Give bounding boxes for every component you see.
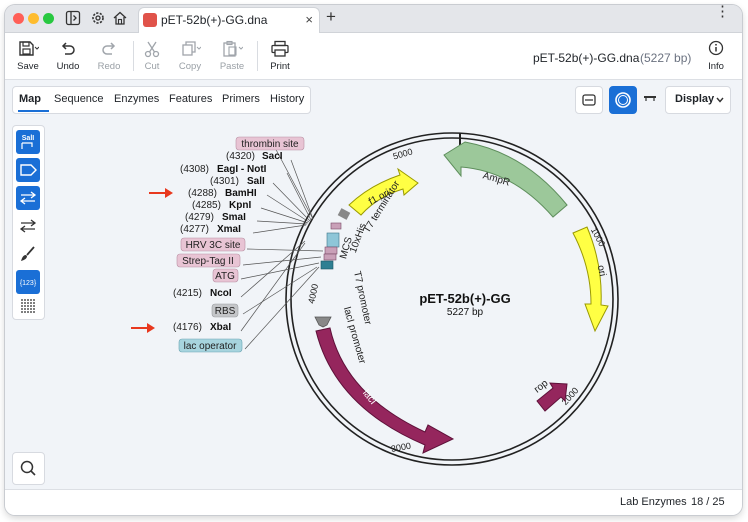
highlight-arrow-bamhi <box>149 188 173 198</box>
label-hrv-3c-site[interactable]: HRV 3C site <box>186 240 241 251</box>
feature-t7-terminator[interactable] <box>337 208 351 220</box>
pos-xmai: (4277) <box>180 224 209 235</box>
label-eagi-noti[interactable]: EagI - NotI <box>217 164 267 175</box>
label-atg[interactable]: ATG <box>215 271 235 282</box>
label-ncoi[interactable]: NcoI <box>210 288 232 299</box>
label-ori: ori <box>595 264 608 277</box>
highlight-arrow-xbai <box>131 323 155 333</box>
feature-laci-promoter[interactable] <box>314 316 332 328</box>
app-window: pET-52b(+)-GG.dna × + ⋮ Save Undo Redo C… <box>5 5 742 515</box>
pos-sali: (4301) <box>210 176 239 187</box>
label-thrombin-site[interactable]: thrombin site <box>241 139 299 150</box>
enzyme-set-selector[interactable]: Lab Enzymes <box>620 496 687 508</box>
pos-smai: (4279) <box>185 212 214 223</box>
feature-laci[interactable] <box>315 327 455 454</box>
label-rbs[interactable]: RBS <box>215 306 236 317</box>
pos-xbai: (4176) <box>173 322 202 333</box>
feature-hrv-3c[interactable] <box>324 246 338 255</box>
map-title: pET-52b(+)-GG <box>419 291 510 306</box>
pos-ncoi: (4215) <box>173 288 202 299</box>
enzyme-count: 18 / 25 <box>691 496 725 508</box>
label-lac-operator[interactable]: lac operator <box>184 341 237 352</box>
pos-eagi: (4308) <box>180 164 209 175</box>
label-sali[interactable]: SalI <box>247 176 265 187</box>
tick-3000: 3000 <box>390 441 411 454</box>
label-kpni[interactable]: KpnI <box>229 200 251 211</box>
feature-his-tag[interactable] <box>326 232 340 248</box>
tick-4000: 4000 <box>306 283 320 305</box>
pos-bamhi: (4288) <box>188 188 217 199</box>
status-bar: Lab Enzymes 18 / 25 <box>5 489 742 515</box>
map-length: 5227 bp <box>447 307 484 318</box>
feature-strep-tag[interactable] <box>323 253 337 261</box>
plasmid-map: 5000 1000 2000 3000 4000 AmpR f1 ori ori… <box>131 132 619 466</box>
label-saci[interactable]: SacI <box>262 151 283 162</box>
label-strep-tag[interactable]: Strep-Tag II <box>182 256 234 267</box>
pos-saci: (4320) <box>226 151 255 162</box>
pos-kpni: (4285) <box>192 200 221 211</box>
feature-lac-operator[interactable] <box>320 260 334 270</box>
label-bamhi[interactable]: BamHI <box>225 188 257 199</box>
label-xbai[interactable]: XbaI <box>210 322 231 333</box>
label-xmai[interactable]: XmaI <box>217 224 241 235</box>
label-smai[interactable]: SmaI <box>222 212 246 223</box>
feature-thrombin-site[interactable] <box>330 222 342 230</box>
